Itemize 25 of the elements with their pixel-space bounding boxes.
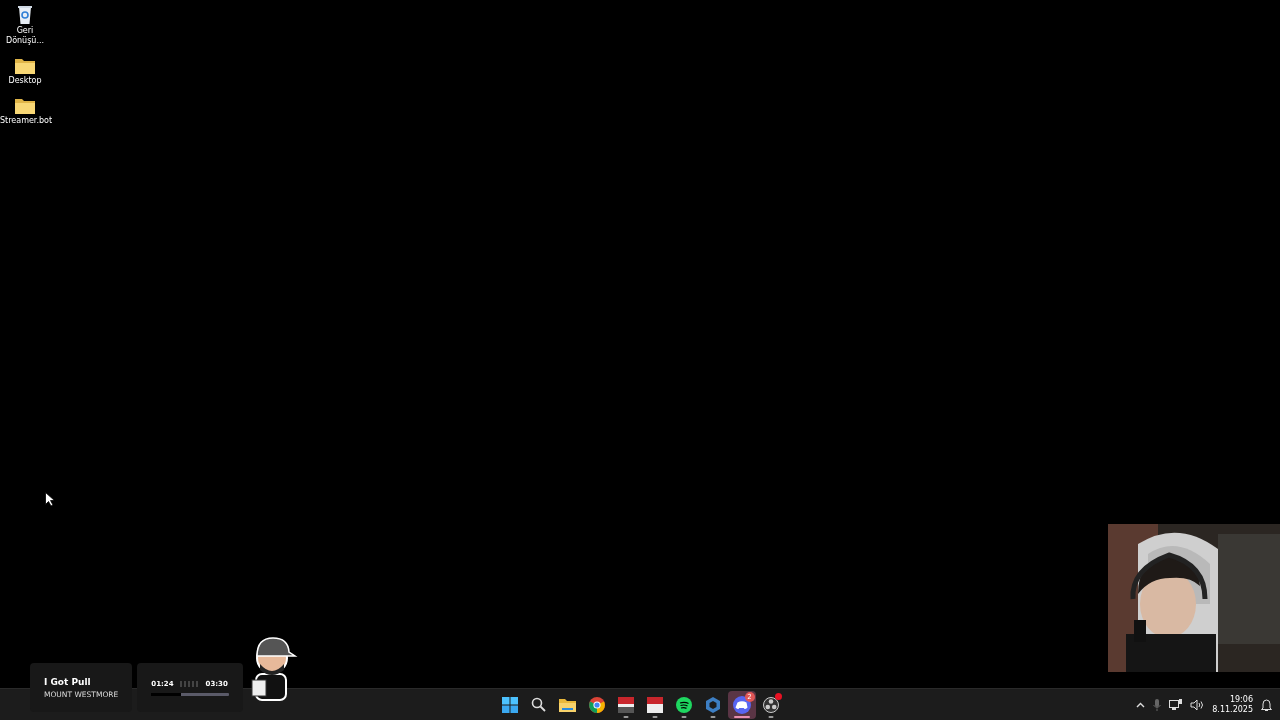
clock-date[interactable]: 8.11.2025 [1212,704,1253,715]
windows-icon [501,696,518,713]
equalizer-icon [179,680,200,687]
hexagon-icon [704,696,721,713]
microphone-icon[interactable] [1153,698,1162,711]
volume-icon[interactable] [1190,698,1205,711]
mixer-icon [617,696,634,713]
desktop-icon-label[interactable]: Desktop [0,76,50,86]
spotify-icon [675,696,692,713]
cursor-icon [45,492,54,506]
discord-icon [732,695,751,714]
clock-time[interactable]: 19:06 [1229,694,1253,705]
obs-icon [762,696,779,713]
desktop-icon-label[interactable]: Streamer.bot [0,116,50,126]
notification-bell-icon[interactable] [1261,698,1272,711]
desktop-icon-label[interactable]: Geri Dönüşü... [0,26,50,46]
chevron-up-icon[interactable] [1136,701,1146,708]
chrome-icon [588,696,605,713]
network-icon[interactable] [1169,698,1183,711]
song-title: I Got Pull [44,676,92,687]
folder-icon [15,98,35,114]
recycle-bin-icon [17,4,33,24]
search-icon [531,697,546,712]
folder-icon [559,697,576,712]
folder-icon [15,58,35,74]
